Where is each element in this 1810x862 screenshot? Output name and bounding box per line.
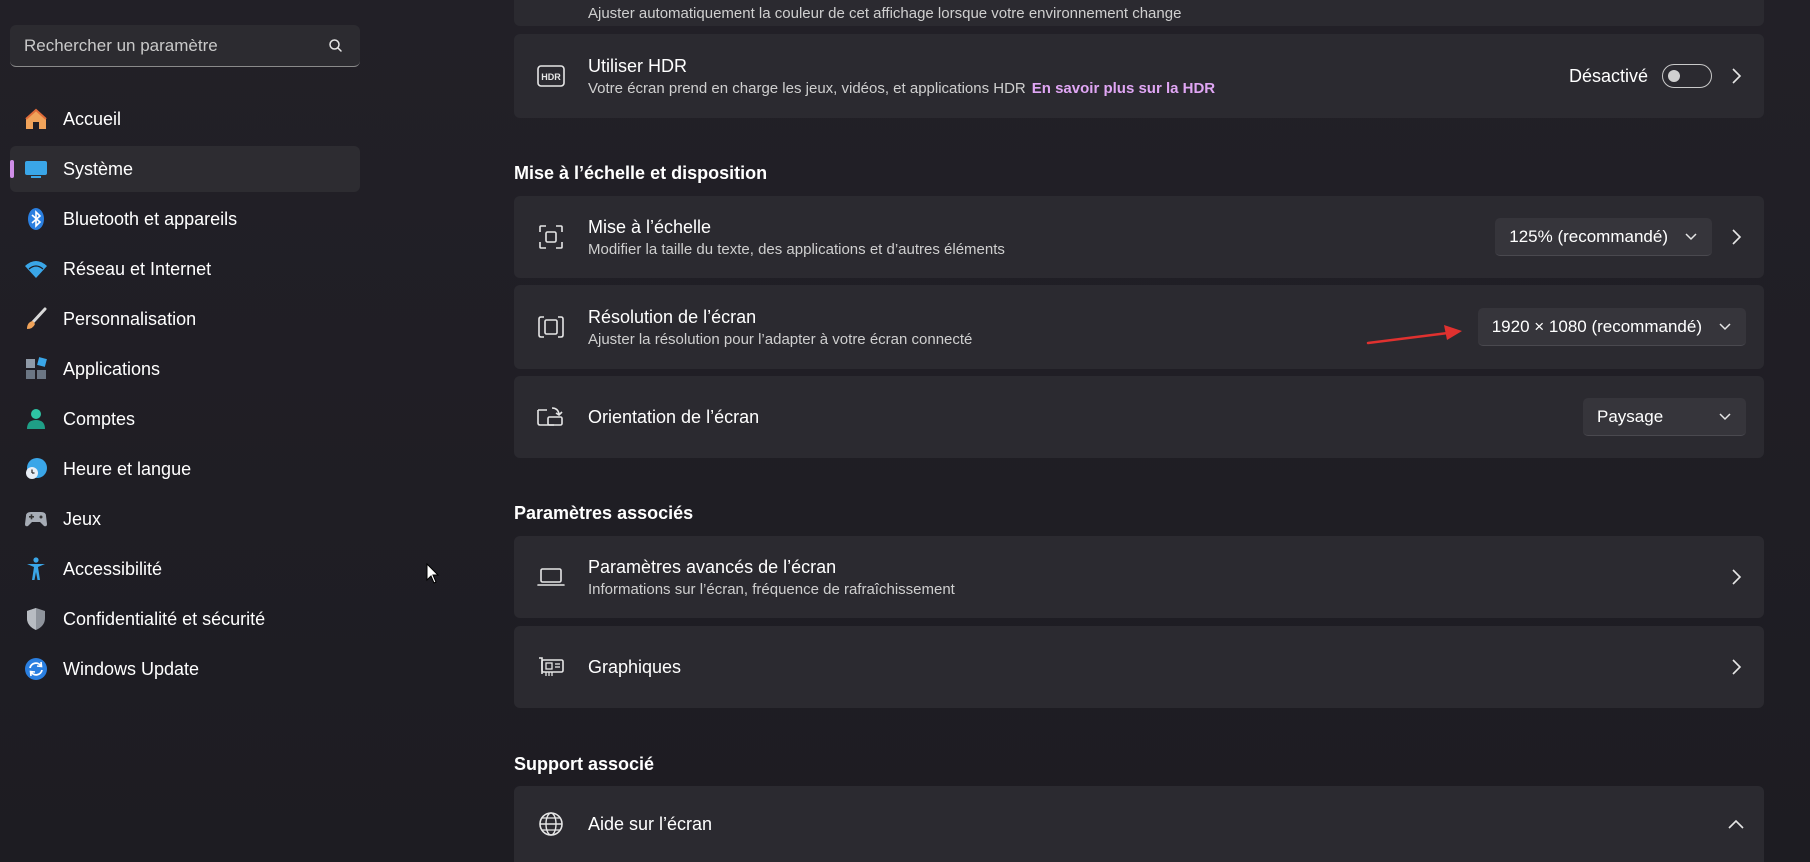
gamepad-icon bbox=[22, 505, 50, 533]
graphics-card-icon bbox=[514, 655, 588, 679]
chevron-right-icon[interactable] bbox=[1726, 657, 1746, 677]
annotation-arrow-icon bbox=[1366, 320, 1466, 350]
globe-icon bbox=[514, 811, 588, 837]
chevron-down-icon bbox=[1718, 320, 1732, 334]
sidebar-item-heure-langue[interactable]: Heure et langue bbox=[10, 446, 360, 492]
section-heading-related: Paramètres associés bbox=[514, 503, 694, 523]
resolution-icon bbox=[514, 315, 588, 339]
search-input[interactable]: Rechercher un paramètre bbox=[10, 25, 360, 67]
orientation-dropdown-value: Paysage bbox=[1597, 406, 1664, 426]
advanced-display-card[interactable]: Paramètres avancés de l’écran Informatio… bbox=[514, 536, 1764, 618]
sidebar-item-label: Heure et langue bbox=[63, 458, 192, 479]
help-card[interactable]: Aide sur l’écran bbox=[514, 786, 1764, 862]
adaptive-color-description: Ajuster automatiquement la couleur de ce… bbox=[588, 5, 1182, 22]
scale-icon bbox=[514, 224, 588, 250]
advanced-display-description: Informations sur l’écran, fréquence de r… bbox=[588, 580, 955, 598]
chevron-down-icon bbox=[1718, 410, 1732, 424]
advanced-display-title: Paramètres avancés de l’écran bbox=[588, 556, 837, 577]
resolution-card[interactable]: Résolution de l’écran Ajuster la résolut… bbox=[514, 285, 1764, 369]
sidebar-item-label: Accueil bbox=[63, 108, 122, 129]
sidebar-item-jeux[interactable]: Jeux bbox=[10, 496, 360, 542]
chevron-down-icon bbox=[1684, 230, 1698, 244]
sidebar-item-label: Réseau et Internet bbox=[63, 258, 212, 279]
sidebar-item-reseau[interactable]: Réseau et Internet bbox=[10, 246, 360, 292]
sidebar-nav: Accueil Système Bluetooth et appareils R… bbox=[10, 96, 360, 696]
brush-icon bbox=[22, 305, 50, 333]
chevron-up-icon[interactable] bbox=[1726, 814, 1746, 834]
sidebar-item-label: Windows Update bbox=[63, 658, 200, 679]
sidebar-item-bluetooth[interactable]: Bluetooth et appareils bbox=[10, 196, 360, 242]
scale-card[interactable]: Mise à l’échelle Modifier la taille du t… bbox=[514, 196, 1764, 278]
accessibility-icon bbox=[22, 555, 50, 583]
resolution-description: Ajuster la résolution pour l’adapter à v… bbox=[588, 330, 973, 348]
adaptive-color-card[interactable]: Ajuster automatiquement la couleur de ce… bbox=[514, 0, 1764, 26]
resolution-dropdown-value: 1920 × 1080 (recommandé) bbox=[1491, 316, 1702, 336]
resolution-dropdown[interactable]: 1920 × 1080 (recommandé) bbox=[1477, 308, 1746, 346]
sidebar-item-label: Personnalisation bbox=[63, 308, 197, 329]
section-heading-scale: Mise à l’échelle et disposition bbox=[514, 163, 768, 183]
sidebar-item-label: Jeux bbox=[63, 508, 102, 529]
sidebar-item-confidentialite[interactable]: Confidentialité et sécurité bbox=[10, 596, 360, 642]
section-heading-support: Support associé bbox=[514, 754, 655, 774]
scale-dropdown-value: 125% (recommandé) bbox=[1509, 226, 1668, 246]
chevron-right-icon[interactable] bbox=[1726, 66, 1746, 86]
sidebar-item-windows-update[interactable]: Windows Update bbox=[10, 646, 360, 692]
chevron-right-icon[interactable] bbox=[1726, 567, 1746, 587]
account-icon bbox=[22, 405, 50, 433]
home-icon bbox=[22, 105, 50, 133]
scale-dropdown[interactable]: 125% (recommandé) bbox=[1495, 218, 1712, 256]
wifi-icon bbox=[22, 255, 50, 283]
sidebar-item-accueil[interactable]: Accueil bbox=[10, 96, 360, 142]
sidebar-item-label: Bluetooth et appareils bbox=[63, 208, 238, 229]
apps-icon bbox=[22, 355, 50, 383]
sidebar-item-label: Applications bbox=[63, 358, 161, 379]
mouse-cursor-icon bbox=[426, 562, 440, 585]
hdr-learn-more-link[interactable]: En savoir plus sur la HDR bbox=[1032, 80, 1215, 97]
hdr-toggle[interactable] bbox=[1662, 64, 1712, 88]
monitor-icon bbox=[22, 155, 50, 183]
sidebar-item-label: Accessibilité bbox=[63, 558, 163, 579]
graphics-title: Graphiques bbox=[588, 656, 682, 677]
search-placeholder: Rechercher un paramètre bbox=[24, 35, 218, 55]
globe-clock-icon bbox=[22, 455, 50, 483]
sidebar-item-label: Système bbox=[63, 158, 134, 179]
chevron-right-icon[interactable] bbox=[1726, 227, 1746, 247]
hdr-description: Votre écran prend en charge les jeux, vi… bbox=[588, 79, 1026, 97]
scale-description: Modifier la taille du texte, des applica… bbox=[588, 240, 1005, 258]
svg-text:HDR: HDR bbox=[541, 72, 561, 82]
resolution-title: Résolution de l’écran bbox=[588, 306, 757, 327]
sidebar-item-label: Confidentialité et sécurité bbox=[63, 608, 266, 629]
search-icon[interactable] bbox=[326, 36, 346, 56]
update-icon bbox=[22, 655, 50, 683]
hdr-status: Désactivé bbox=[1568, 65, 1648, 86]
sidebar-item-applications[interactable]: Applications bbox=[10, 346, 360, 392]
orientation-icon bbox=[514, 405, 588, 429]
sidebar-item-comptes[interactable]: Comptes bbox=[10, 396, 360, 442]
orientation-card[interactable]: Orientation de l’écran Paysage bbox=[514, 376, 1764, 458]
orientation-title: Orientation de l’écran bbox=[588, 406, 760, 427]
hdr-card[interactable]: HDR Utiliser HDR Votre écran prend en ch… bbox=[514, 34, 1764, 118]
sidebar-item-systeme[interactable]: Système bbox=[10, 146, 360, 192]
sidebar-item-label: Comptes bbox=[63, 408, 136, 429]
hdr-icon: HDR bbox=[514, 65, 588, 87]
help-title: Aide sur l’écran bbox=[588, 813, 713, 834]
laptop-icon bbox=[514, 566, 588, 588]
orientation-dropdown[interactable]: Paysage bbox=[1583, 398, 1746, 436]
bluetooth-icon bbox=[22, 205, 50, 233]
shield-icon bbox=[22, 605, 50, 633]
sidebar-item-personnalisation[interactable]: Personnalisation bbox=[10, 296, 360, 342]
sidebar-item-accessibilite[interactable]: Accessibilité bbox=[10, 546, 360, 592]
scale-title: Mise à l’échelle bbox=[588, 216, 712, 237]
hdr-title: Utiliser HDR bbox=[588, 55, 687, 76]
graphics-card[interactable]: Graphiques bbox=[514, 626, 1764, 708]
